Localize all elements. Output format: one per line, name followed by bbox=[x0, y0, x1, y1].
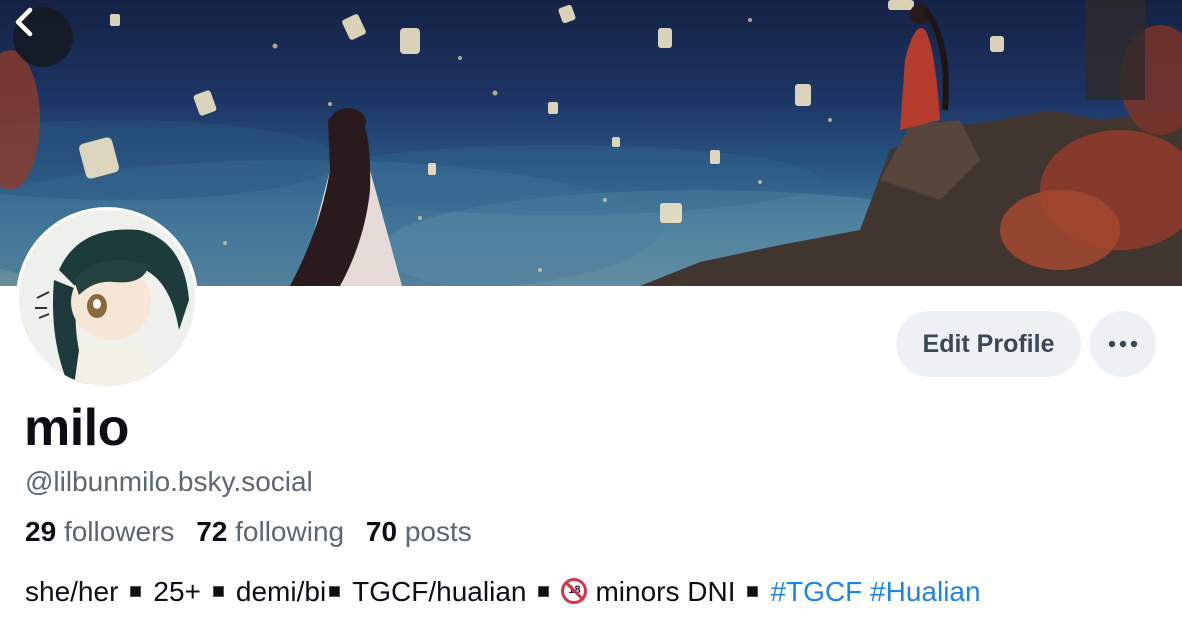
black-square-icon bbox=[212, 586, 224, 597]
back-button[interactable] bbox=[13, 7, 73, 67]
hashtag-hualian-link[interactable]: #Hualian bbox=[870, 576, 981, 607]
followers-label: followers bbox=[63, 516, 175, 547]
following-count: 72 bbox=[196, 516, 228, 547]
bio-pronouns: she/her bbox=[25, 576, 119, 607]
black-square-icon bbox=[538, 586, 550, 597]
display-name: milo bbox=[24, 399, 129, 457]
edit-profile-button[interactable]: Edit Profile bbox=[896, 311, 1081, 377]
avatar[interactable] bbox=[16, 207, 198, 389]
avatar-illustration bbox=[19, 210, 195, 386]
black-square-icon bbox=[130, 586, 142, 597]
following-link[interactable]: 72 following bbox=[196, 516, 344, 547]
followers-count: 29 bbox=[25, 516, 57, 547]
profile-stats: 29 followers 72 following 70 posts bbox=[25, 516, 486, 548]
black-square-icon bbox=[329, 586, 341, 597]
posts-count: 70 bbox=[365, 516, 398, 547]
no-under-18-icon: 18 bbox=[561, 578, 588, 604]
following-label: following bbox=[235, 516, 345, 547]
bio-age: 25+ bbox=[153, 576, 201, 607]
more-options-button[interactable] bbox=[1090, 311, 1156, 377]
hashtag-tgcf-link[interactable]: #TGCF bbox=[770, 576, 862, 607]
bio-dni: minors DNI bbox=[595, 576, 736, 607]
posts-stat: 70 posts bbox=[366, 516, 472, 547]
black-square-icon bbox=[747, 586, 759, 597]
handle: @lilbunmilo.bsky.social bbox=[25, 466, 313, 497]
profile-bio: she/her 25+ demi/bi TGCF/hualian 18 minors DN… bbox=[25, 576, 981, 608]
bio-fandom: TGCF/hualian bbox=[352, 576, 527, 607]
chevron-left-icon bbox=[15, 7, 33, 37]
more-horizontal-icon bbox=[1108, 340, 1138, 348]
no-under-18-number: 18 bbox=[568, 584, 581, 596]
bio-orientation: demi/bi bbox=[235, 576, 327, 607]
posts-label: posts bbox=[404, 516, 472, 547]
followers-link[interactable]: 29 followers bbox=[25, 516, 174, 547]
